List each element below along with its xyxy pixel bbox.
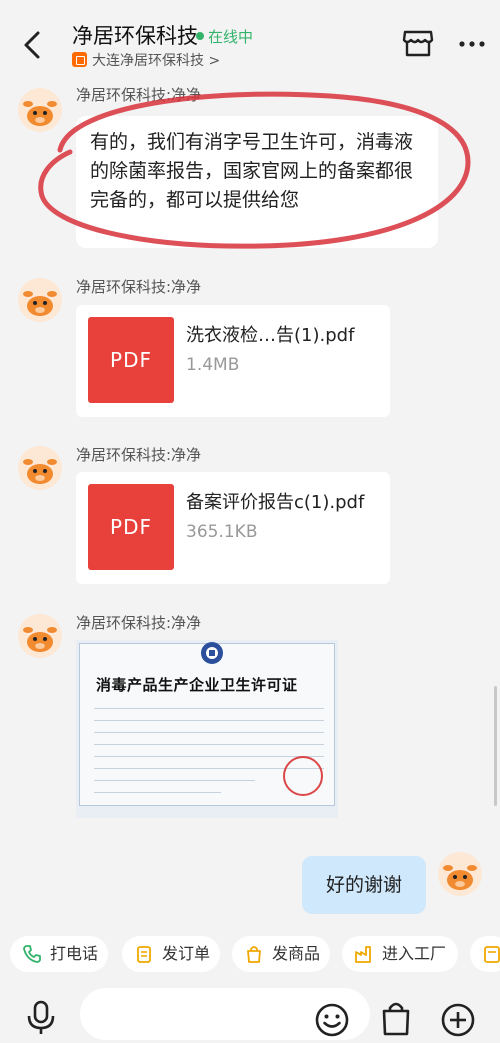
online-status: 在线中	[196, 26, 253, 47]
online-status-text: 在线中	[208, 28, 254, 46]
avatar-icon[interactable]	[18, 446, 62, 490]
input-bar	[0, 986, 500, 1043]
order-icon	[137, 946, 151, 963]
enter-factory-label: 进入工厂	[382, 944, 447, 963]
certificate-title: 消毒产品生产企业卫生许可证	[96, 676, 298, 694]
avatar-icon[interactable]	[18, 278, 62, 322]
emoji-icon[interactable]	[314, 1002, 350, 1038]
avatar-icon[interactable]	[18, 614, 62, 658]
call-label: 打电话	[50, 944, 99, 963]
enter-factory-button[interactable]: 进入工厂	[342, 936, 458, 972]
red-seal-icon	[283, 756, 323, 796]
file-size: 1.4MB	[186, 355, 240, 375]
send-order-button[interactable]: 发订单	[122, 936, 220, 972]
microphone-icon[interactable]	[24, 1000, 58, 1036]
send-order-label: 发订单	[162, 944, 211, 963]
shop-name: 大连净居环保科技 >	[92, 53, 221, 69]
my-avatar-icon[interactable]	[438, 852, 482, 896]
chat-header: 净居环保科技 在线中 大连净居环保科技 >	[0, 0, 500, 84]
scrollbar[interactable]	[494, 686, 497, 806]
online-dot-icon	[196, 31, 204, 40]
sender-name: 净居环保科技:净净	[76, 86, 202, 104]
more-icon[interactable]	[458, 34, 486, 54]
file-name: 备案评价报告c(1).pdf	[186, 492, 365, 513]
file-message[interactable]: PDF 备案评价报告c(1).pdf 365.1KB	[76, 472, 390, 584]
factory-icon	[355, 946, 371, 963]
document-icon	[484, 946, 500, 963]
chat-title[interactable]: 净居环保科技	[72, 20, 198, 50]
send-product-label: 发商品	[272, 944, 321, 963]
shop-logo-icon	[72, 51, 87, 67]
shopping-bag-icon[interactable]	[380, 1000, 412, 1036]
certificate-frame: 消毒产品生产企业卫生许可证	[79, 642, 335, 806]
plus-icon[interactable]	[440, 1002, 476, 1038]
call-button[interactable]: 打电话	[10, 936, 108, 972]
more-shortcut-button[interactable]	[470, 936, 500, 972]
my-text-message[interactable]: 好的谢谢	[302, 856, 426, 914]
certificate-image[interactable]: 消毒产品生产企业卫生许可证	[76, 640, 338, 818]
text-message[interactable]: 有的，我们有消字号卫生许可，消毒液的除菌率报告，国家官网上的备案都很完备的，都可…	[76, 116, 438, 248]
phone-icon	[23, 945, 41, 963]
pdf-file-icon: PDF	[88, 484, 174, 570]
sender-name: 净居环保科技:净净	[76, 446, 202, 464]
shopping-bag-icon	[247, 946, 261, 963]
file-size: 365.1KB	[186, 522, 258, 542]
emblem-icon	[201, 642, 223, 664]
file-name: 洗衣液检…告(1).pdf	[186, 325, 355, 346]
sender-name: 净居环保科技:净净	[76, 278, 202, 296]
send-product-button[interactable]: 发商品	[232, 936, 330, 972]
back-arrow-icon[interactable]	[18, 28, 48, 62]
sender-name: 净居环保科技:净净	[76, 614, 202, 632]
avatar-icon[interactable]	[18, 88, 62, 132]
store-icon[interactable]	[402, 28, 434, 58]
pdf-file-icon: PDF	[88, 317, 174, 403]
file-message[interactable]: PDF 洗衣液检…告(1).pdf 1.4MB	[76, 305, 390, 417]
quick-actions-bar: 打电话 发订单 发商品 进入工厂	[0, 932, 500, 976]
shop-link[interactable]: 大连净居环保科技 >	[72, 50, 220, 70]
